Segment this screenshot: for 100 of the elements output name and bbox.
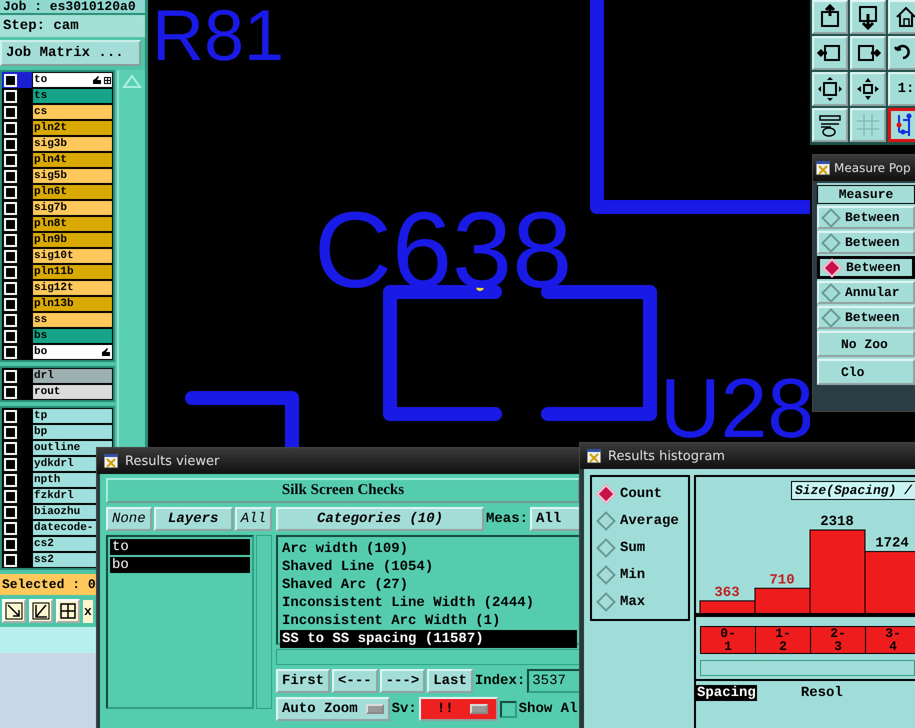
layer-checkbox[interactable]	[4, 170, 17, 182]
layer-name[interactable]: rout	[32, 384, 114, 400]
layer-row[interactable]: sig10t	[2, 248, 114, 264]
layer-row[interactable]: tp	[2, 408, 114, 424]
layer-name[interactable]: pln11b	[32, 264, 114, 280]
layer-checkbox[interactable]	[4, 122, 17, 134]
layer-row[interactable]: pln11b	[2, 264, 114, 280]
measure-option[interactable]: Annular	[817, 281, 915, 304]
zoom-ratio-button[interactable]: 1:	[888, 72, 915, 106]
layer-name[interactable]: bo	[32, 344, 114, 360]
measure-option[interactable]: Between	[817, 231, 915, 254]
mode-radio[interactable]: Average	[592, 508, 688, 533]
measure-option[interactable]: Between	[817, 206, 915, 229]
layer-checkbox[interactable]	[4, 386, 17, 398]
layer-checkbox[interactable]	[4, 74, 17, 86]
layer-row[interactable]: ss	[2, 312, 114, 328]
layer-checkbox[interactable]	[4, 522, 17, 534]
layer-row[interactable]: bs	[2, 328, 114, 344]
layer-checkbox[interactable]	[4, 250, 17, 262]
layer-row[interactable]: sig3b	[2, 136, 114, 152]
layer-checkbox[interactable]	[4, 370, 17, 382]
layer-name[interactable]: sig10t	[32, 248, 114, 264]
severity-menu[interactable]: !!	[418, 697, 498, 721]
layer-row[interactable]: cs	[2, 104, 114, 120]
grid-icon[interactable]	[56, 599, 80, 623]
layer-checkbox[interactable]	[4, 266, 17, 278]
layer-checkbox[interactable]	[4, 138, 17, 150]
layer-item[interactable]: bo	[110, 557, 250, 573]
layer-name[interactable]: sig7b	[32, 200, 114, 216]
angle-icon[interactable]	[29, 599, 53, 623]
layer-row[interactable]: sig12t	[2, 280, 114, 296]
zoom-menu[interactable]: Auto Zoom	[276, 697, 390, 721]
layer-name[interactable]: drl	[32, 368, 114, 384]
layer-name[interactable]: ss	[32, 312, 114, 328]
layer-checkbox[interactable]	[4, 218, 17, 230]
category-item[interactable]: SS to SS spacing (11587)	[280, 630, 578, 648]
mode-radio[interactable]: Sum	[592, 535, 688, 560]
layer-checkbox[interactable]	[4, 410, 17, 422]
nav-button[interactable]: Last	[427, 669, 473, 693]
layer-name[interactable]: to	[32, 72, 114, 88]
layer-row[interactable]: ts	[2, 88, 114, 104]
layer-checkbox[interactable]	[4, 346, 17, 358]
layer-row[interactable]: pln4t	[2, 152, 114, 168]
layer-row[interactable]: pln9b	[2, 232, 114, 248]
nav-button[interactable]: First	[276, 669, 330, 693]
layer-checkbox[interactable]	[4, 506, 17, 518]
layer-name[interactable]: pln2t	[32, 120, 114, 136]
layer-name[interactable]: pln6t	[32, 184, 114, 200]
job-matrix-button[interactable]: Job Matrix ...	[0, 40, 141, 66]
layer-checkbox[interactable]	[4, 154, 17, 166]
layer-row[interactable]: drl	[2, 368, 114, 384]
layer-name[interactable]: sig5b	[32, 168, 114, 184]
layer-row[interactable]: rout	[2, 384, 114, 400]
layer-checkbox[interactable]	[4, 554, 17, 566]
layer-checkbox[interactable]	[4, 426, 17, 438]
meas-menu[interactable]: All	[530, 507, 582, 531]
layer-row[interactable]: outline	[2, 440, 114, 456]
category-item[interactable]: Inconsistent Arc Width (1)	[280, 612, 578, 630]
none-button[interactable]: None	[106, 507, 152, 531]
nav-button[interactable]: --->	[380, 669, 426, 693]
layer-row[interactable]: pln2t	[2, 120, 114, 136]
category-item[interactable]: Shaved Arc (27)	[280, 576, 578, 594]
layer-checkbox[interactable]	[4, 282, 17, 294]
layer-checkbox[interactable]	[4, 186, 17, 198]
layer-name[interactable]: ts	[32, 88, 114, 104]
layer-row[interactable]: bo	[2, 344, 114, 360]
layer-row[interactable]: to	[2, 72, 114, 88]
layer-checkbox[interactable]	[4, 298, 17, 310]
layer-name[interactable]: sig12t	[32, 280, 114, 296]
layer-name[interactable]: pln4t	[32, 152, 114, 168]
layer-row[interactable]: bp	[2, 424, 114, 440]
layer-row[interactable]: sig5b	[2, 168, 114, 184]
layer-name[interactable]: sig3b	[32, 136, 114, 152]
scroll-bar[interactable]	[276, 649, 582, 665]
layer-checkbox[interactable]	[4, 106, 17, 118]
category-item[interactable]: Shaved Line (1054)	[280, 558, 578, 576]
layer-checkbox[interactable]	[4, 234, 17, 246]
layer-name[interactable]: tp	[32, 408, 114, 424]
layer-name[interactable]: pln8t	[32, 216, 114, 232]
layer-row[interactable]: pln6t	[2, 184, 114, 200]
layer-name[interactable]: pln9b	[32, 232, 114, 248]
layer-item[interactable]: to	[110, 539, 250, 555]
nav-button[interactable]: <---	[332, 669, 378, 693]
popup-button[interactable]: Clo	[817, 359, 915, 385]
layer-checkbox[interactable]	[4, 474, 17, 486]
layer-checkbox[interactable]	[4, 458, 17, 470]
layer-checkbox[interactable]	[4, 330, 17, 342]
layer-checkbox[interactable]	[4, 538, 17, 550]
scroll-bar[interactable]	[256, 535, 272, 709]
layer-row[interactable]: pln8t	[2, 216, 114, 232]
layer-checkbox[interactable]	[4, 314, 17, 326]
measure-option[interactable]: Between	[817, 256, 915, 279]
category-item[interactable]: Inconsistent Line Width (2444)	[280, 594, 578, 612]
layer-row[interactable]: pln13b	[2, 296, 114, 312]
measure-option[interactable]: Between	[817, 306, 915, 329]
layer-name[interactable]: cs	[32, 104, 114, 120]
layer-checkbox[interactable]	[4, 202, 17, 214]
popup-button[interactable]: No Zoo	[817, 331, 915, 357]
layer-checkbox[interactable]	[4, 442, 17, 454]
all-button[interactable]: All	[234, 507, 272, 531]
